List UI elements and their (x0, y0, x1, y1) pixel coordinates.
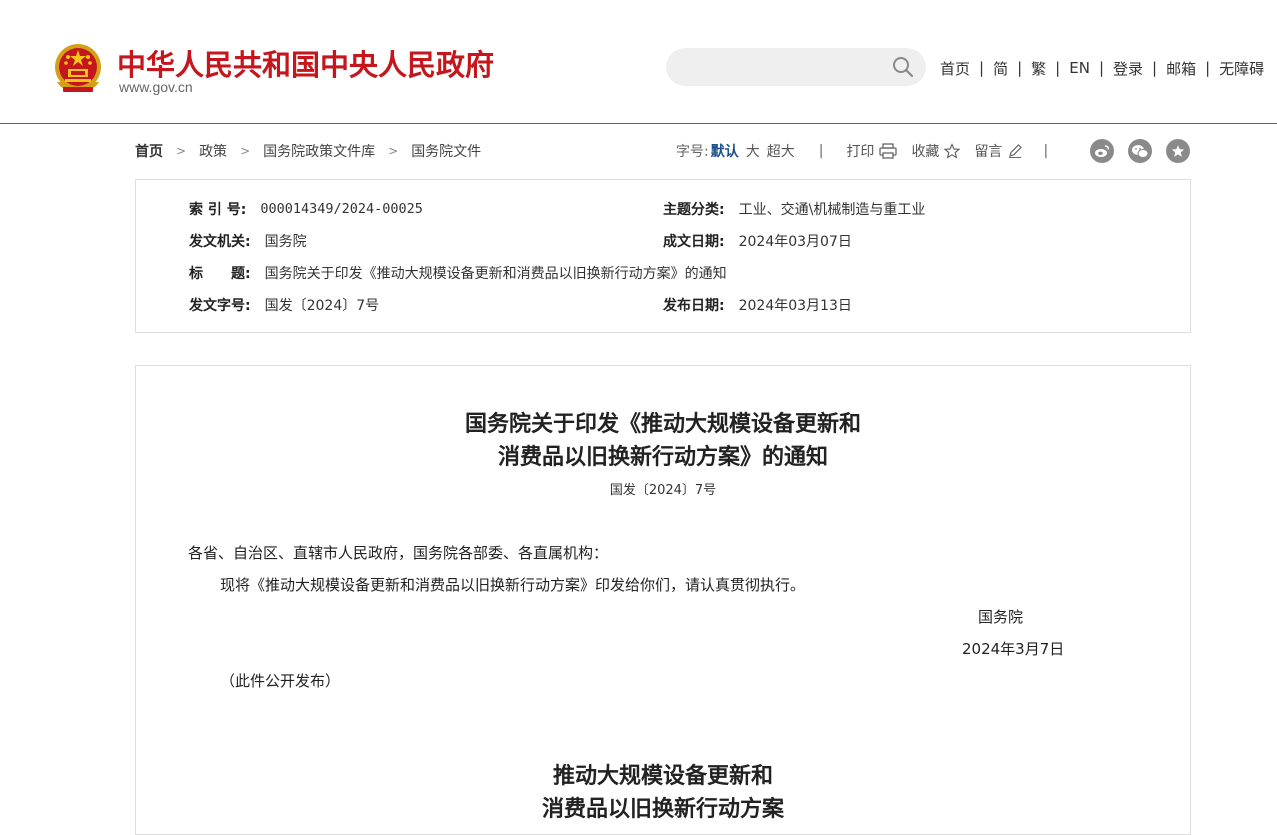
font-size-default[interactable]: 默认 (711, 141, 739, 161)
article-publish-note: （此件公开发布） (220, 672, 341, 690)
nav-accessibility[interactable]: 无障碍 (1219, 58, 1264, 79)
info-written-date: 成文日期: 2024年03月07日 (663, 231, 852, 251)
info-value: 国务院关于印发《推动大规模设备更新和消费品以旧换新行动方案》的通知 (264, 266, 727, 282)
article-addressee: 各省、自治区、直辖市人民政府，国务院各部委、各直属机构： (188, 544, 609, 562)
nav-separator: | (1205, 59, 1211, 77)
breadcrumb-policy-library[interactable]: 国务院政策文件库 (263, 141, 375, 161)
info-label: 索 引 号: (189, 202, 247, 218)
info-label: 发文机关: (189, 234, 251, 250)
info-value: 国发〔2024〕7号 (264, 298, 380, 314)
article-title-line: 国务院关于印发《推动大规模设备更新和 (464, 411, 861, 437)
nav-simplified[interactable]: 简 (993, 58, 1008, 79)
article-doc-number: 国发〔2024〕7号 (609, 483, 717, 498)
document-info-table: 索 引 号: 000014349/2024-00025 主题分类: 工业、交通\… (135, 179, 1191, 333)
breadcrumb-policy[interactable]: 政策 (199, 141, 227, 161)
favorite-button[interactable]: 收藏 (911, 141, 961, 161)
info-label: 发文字号: (189, 298, 251, 314)
comment-button[interactable]: 留言 (974, 141, 1023, 161)
pencil-icon (1009, 144, 1023, 158)
site-name[interactable]: 中华人民共和国中央人民政府 (117, 42, 494, 84)
article-tools: 字号: 默认 大 超大 | 打印 收藏 留言 | (676, 142, 1071, 160)
nav-separator: | (1017, 59, 1023, 77)
tool-divider: | (818, 143, 824, 159)
star-icon (944, 143, 961, 159)
attachment-title-line: 消费品以旧换新行动方案 (541, 796, 784, 822)
font-size-label: 字号: (676, 144, 709, 160)
font-size-xlarge[interactable]: 超大 (767, 141, 795, 161)
article-title-line: 消费品以旧换新行动方案》的通知 (497, 444, 828, 470)
print-icon (879, 143, 898, 159)
nav-separator: | (1152, 59, 1158, 77)
nav-home[interactable]: 首页 (940, 58, 970, 79)
comment-label: 留言 (974, 144, 1003, 160)
site-header: 中华人民共和国中央人民政府 www.gov.cn 首页 | 简 | 繁 | EN… (0, 0, 1277, 124)
info-value: 2024年03月13日 (738, 298, 852, 314)
nav-login[interactable]: 登录 (1113, 58, 1143, 79)
nav-separator: | (1055, 59, 1061, 77)
favorite-star-icon[interactable] (1166, 139, 1190, 163)
print-label: 打印 (846, 144, 875, 160)
search-input[interactable] (666, 48, 926, 86)
info-category: 主题分类: 工业、交通\机械制造与重工业 (663, 199, 925, 219)
site-domain: www.gov.cn (119, 79, 193, 95)
info-publish-date: 发布日期: 2024年03月13日 (663, 295, 852, 315)
info-index-no: 索 引 号: 000014349/2024-00025 (189, 199, 423, 219)
info-label: 标 题: (189, 266, 251, 282)
info-value: 2024年03月07日 (738, 234, 852, 250)
nav-mail[interactable]: 邮箱 (1166, 58, 1196, 79)
info-value: 000014349/2024-00025 (260, 201, 423, 217)
chevron-right-icon: > (240, 144, 251, 158)
nav-separator: | (979, 59, 985, 77)
search-icon[interactable] (892, 56, 914, 78)
nav-english[interactable]: EN (1069, 59, 1090, 77)
attachment-title-line: 推动大规模设备更新和 (552, 763, 773, 789)
info-issuer: 发文机关: 国务院 (189, 231, 307, 251)
info-doc-no: 发文字号: 国发〔2024〕7号 (189, 295, 379, 315)
wechat-icon[interactable] (1128, 139, 1152, 163)
tool-divider: | (1043, 143, 1049, 159)
nav-separator: | (1098, 59, 1104, 77)
info-label: 成文日期: (663, 234, 725, 250)
top-nav: 首页 | 简 | 繁 | EN | 登录 | 邮箱 | 无障碍 (940, 58, 1264, 78)
attachment-title: 推动大规模设备更新和 消费品以旧换新行动方案 (136, 760, 1190, 826)
nav-traditional[interactable]: 繁 (1031, 58, 1046, 79)
chevron-right-icon: > (388, 144, 399, 158)
info-label: 发布日期: (663, 298, 725, 314)
article-body-paragraph: 现将《推动大规模设备更新和消费品以旧换新行动方案》印发给你们，请认真贯彻执行。 (220, 576, 806, 594)
article-title: 国务院关于印发《推动大规模设备更新和 消费品以旧换新行动方案》的通知 (136, 408, 1190, 474)
national-emblem-icon[interactable] (53, 42, 103, 94)
article-date: 2024年3月7日 (962, 640, 1065, 658)
info-value: 国务院 (264, 234, 307, 250)
breadcrumb: 首页 > 政策 > 国务院政策文件库 > 国务院文件 (135, 142, 481, 160)
weibo-icon[interactable] (1090, 139, 1114, 163)
info-label: 主题分类: (663, 202, 725, 218)
article-signer: 国务院 (978, 608, 1024, 626)
font-size-large[interactable]: 大 (746, 141, 760, 161)
article-body: 国务院关于印发《推动大规模设备更新和 消费品以旧换新行动方案》的通知 国发〔20… (135, 365, 1191, 835)
info-value: 工业、交通\机械制造与重工业 (738, 202, 926, 218)
info-title: 标 题: 国务院关于印发《推动大规模设备更新和消费品以旧换新行动方案》的通知 (189, 263, 727, 283)
share-buttons (1090, 139, 1190, 163)
breadcrumb-home[interactable]: 首页 (135, 141, 163, 161)
breadcrumb-state-council-docs[interactable]: 国务院文件 (411, 141, 481, 161)
favorite-label: 收藏 (911, 144, 940, 160)
chevron-right-icon: > (176, 144, 187, 158)
print-button[interactable]: 打印 (846, 141, 898, 161)
